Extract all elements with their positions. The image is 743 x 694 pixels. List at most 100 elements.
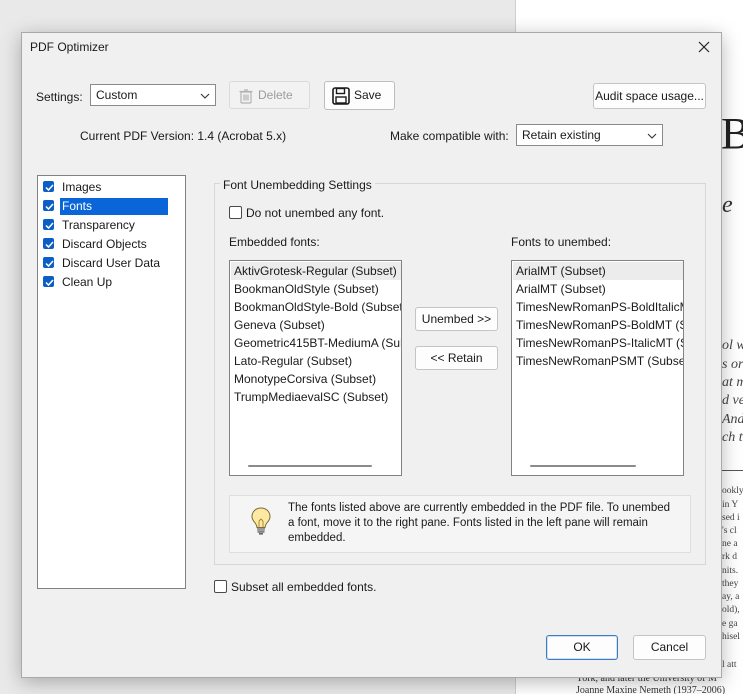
category-label: Discard Objects: [62, 237, 147, 251]
list-item[interactable]: TimesNewRomanPS-BoldMT (Subset): [516, 316, 683, 334]
embedded-fonts-list[interactable]: AktivGrotesk-Regular (Subset) BookmanOld…: [229, 260, 402, 476]
checkmark-icon: [45, 260, 54, 268]
bg-small-line: they: [722, 579, 739, 589]
checkmark-icon: [45, 184, 54, 192]
category-item-fonts[interactable]: Fonts: [42, 198, 182, 215]
fonts-to-unembed-label: Fonts to unembed:: [511, 235, 612, 249]
close-icon: [698, 41, 710, 53]
bg-text-fragment: s or: [722, 357, 743, 372]
list-item[interactable]: TimesNewRomanPS-BoldItalicMT (Subset): [516, 298, 683, 316]
category-label: Fonts: [60, 198, 168, 215]
bg-small-line: e ga: [722, 619, 738, 629]
subset-all-label: Subset all embedded fonts.: [231, 580, 377, 594]
discard-objects-checkbox[interactable]: [43, 238, 54, 249]
bg-small-line: ay, a: [722, 592, 740, 602]
settings-value: Custom: [96, 88, 138, 102]
horizontal-scrollbar[interactable]: [248, 465, 372, 467]
bg-bottom-line: Joanne Maxine Nemeth (1937–2006): [576, 685, 726, 694]
list-item[interactable]: ArialMT (Subset): [513, 262, 683, 280]
list-item[interactable]: TrumpMediaevalSC (Subset): [234, 388, 388, 406]
category-label: Images: [62, 180, 102, 194]
discard-user-data-checkbox[interactable]: [43, 257, 54, 268]
compatibility-value: Retain existing: [522, 128, 601, 142]
lightbulb-icon: [251, 507, 271, 535]
bg-small-line: 's cl: [722, 526, 737, 536]
category-item-clean-up[interactable]: Clean Up: [42, 274, 182, 291]
close-button[interactable]: [693, 36, 715, 58]
settings-dropdown[interactable]: Custom: [90, 84, 216, 106]
category-item-images[interactable]: Images: [42, 179, 182, 196]
transparency-checkbox[interactable]: [43, 219, 54, 230]
bg-small-line: sed i: [722, 513, 740, 523]
embedded-fonts-label: Embedded fonts:: [229, 235, 320, 249]
clean-up-checkbox[interactable]: [43, 276, 54, 287]
subset-all-option[interactable]: Subset all embedded fonts.: [214, 579, 414, 595]
current-pdf-version: Current PDF Version: 1.4 (Acrobat 5.x): [80, 129, 287, 143]
checkmark-icon: [45, 203, 54, 211]
delete-button[interactable]: Delete: [229, 81, 310, 109]
save-label: Save: [354, 88, 382, 102]
do-not-unembed-label: Do not unembed any font.: [246, 206, 385, 220]
bg-italic-letter: e: [722, 192, 733, 218]
compatibility-dropdown[interactable]: Retain existing: [516, 124, 663, 146]
trash-icon: [239, 89, 253, 104]
list-item[interactable]: Lato-Regular (Subset): [234, 352, 352, 370]
bg-text-fragment: And: [722, 412, 743, 427]
bg-small-line: ookly: [722, 486, 743, 496]
list-item[interactable]: TimesNewRomanPSMT (Subset): [516, 352, 683, 370]
dialog-title: PDF Optimizer: [30, 40, 109, 54]
list-item[interactable]: Geneva (Subset): [234, 316, 325, 334]
fonts-checkbox[interactable]: [43, 200, 54, 211]
chevron-down-icon: [200, 93, 210, 99]
list-item[interactable]: AktivGrotesk-Regular (Subset): [231, 262, 401, 280]
category-item-transparency[interactable]: Transparency: [42, 217, 182, 234]
make-compatible-label: Make compatible with:: [390, 129, 509, 143]
audit-space-usage-button[interactable]: Audit space usage...: [593, 83, 706, 109]
group-title: Font Unembedding Settings: [220, 178, 375, 192]
list-item[interactable]: BookmanOldStyle (Subset): [234, 280, 379, 298]
bg-small-line: old),: [722, 605, 740, 615]
chevron-down-icon: [647, 133, 657, 139]
images-checkbox[interactable]: [43, 181, 54, 192]
pdf-optimizer-dialog: PDF Optimizer Settings: Custom Delete Sa…: [21, 32, 722, 678]
category-label: Discard User Data: [62, 256, 161, 270]
do-not-unembed-option[interactable]: Do not unembed any font.: [229, 205, 429, 221]
bg-small-line: hisel: [722, 632, 740, 642]
info-panel: The fonts listed above are currently emb…: [229, 495, 691, 553]
bg-text-fragment: at m: [722, 375, 743, 390]
retain-button[interactable]: << Retain: [415, 346, 498, 370]
checkmark-icon: [45, 241, 54, 249]
fonts-to-unembed-list[interactable]: ArialMT (Subset) ArialMT (Subset) TimesN…: [511, 260, 684, 476]
bg-small-line: nits.: [722, 566, 739, 576]
checkmark-icon: [45, 279, 54, 287]
subset-all-checkbox[interactable]: [214, 580, 227, 593]
bg-rule: [722, 470, 743, 471]
category-label: Clean Up: [62, 275, 113, 289]
list-item[interactable]: MonotypeCorsiva (Subset): [234, 370, 376, 388]
delete-label: Delete: [258, 88, 293, 102]
list-item[interactable]: BookmanOldStyle-Bold (Subset): [234, 298, 401, 316]
settings-label: Settings:: [36, 90, 83, 104]
bg-small-line: l att: [722, 660, 737, 670]
info-text: The fonts listed above are currently emb…: [288, 502, 671, 544]
bg-text-fragment: d ve: [722, 393, 743, 408]
category-item-discard-user-data[interactable]: Discard User Data: [42, 255, 182, 272]
bg-small-line: ne a: [722, 539, 738, 549]
save-button[interactable]: Save: [324, 81, 395, 110]
list-item[interactable]: Geometric415BT-MediumA (Subset): [234, 334, 401, 352]
category-item-discard-objects[interactable]: Discard Objects: [42, 236, 182, 253]
unembed-button[interactable]: Unembed >>: [415, 307, 498, 331]
ok-button[interactable]: OK: [546, 635, 618, 660]
bg-text-fragment: ol w: [722, 338, 743, 353]
list-item[interactable]: ArialMT (Subset): [516, 280, 606, 298]
cancel-button[interactable]: Cancel: [633, 635, 706, 660]
bg-small-line: rk d: [722, 552, 738, 562]
title-bar: PDF Optimizer: [22, 33, 721, 61]
bg-heading-letter: B: [721, 108, 743, 159]
bg-small-line: in Y: [722, 500, 739, 510]
horizontal-scrollbar[interactable]: [530, 465, 636, 467]
do-not-unembed-checkbox[interactable]: [229, 206, 242, 219]
category-list: Images Fonts Transparency Discard Object…: [37, 175, 186, 589]
list-item[interactable]: TimesNewRomanPS-ItalicMT (Subset): [516, 334, 683, 352]
save-icon: [332, 87, 350, 105]
